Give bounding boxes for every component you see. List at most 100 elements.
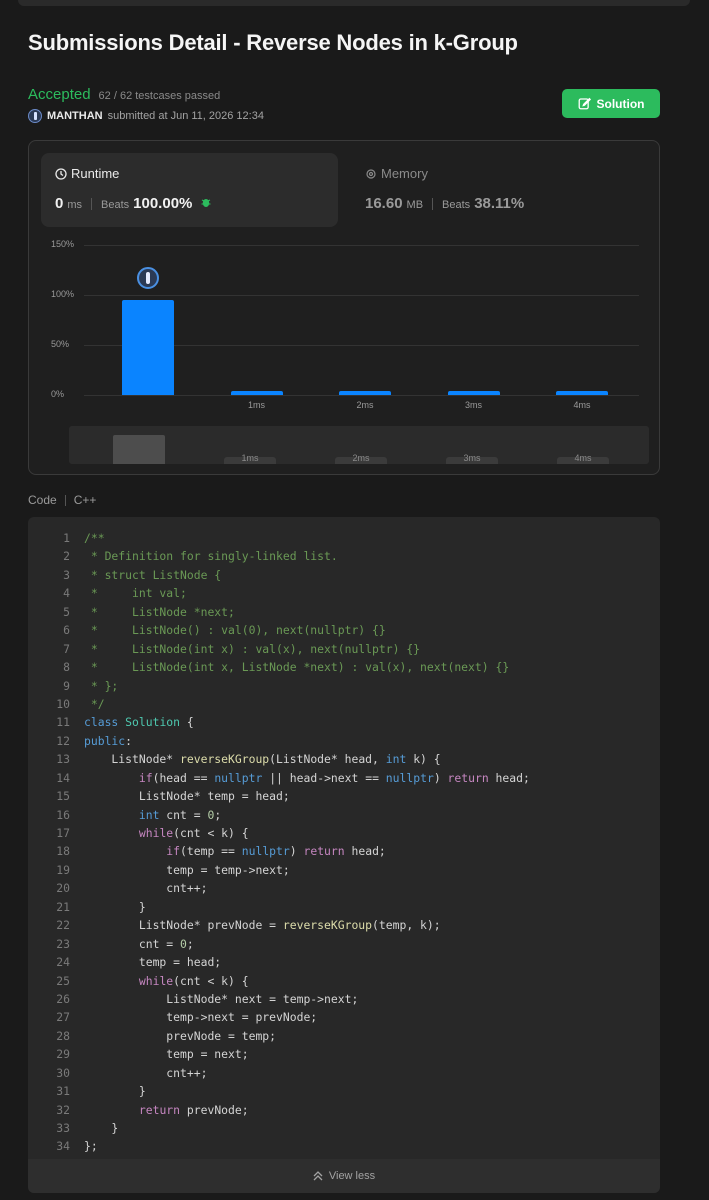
code-line: 11 class Solution { (28, 713, 660, 731)
line-number: 26 (56, 991, 70, 1006)
code-line: 19 temp = temp->next; (28, 861, 660, 879)
code-line: 27 temp->next = prevNode; (28, 1008, 660, 1026)
line-number: 7 (63, 641, 70, 656)
code-text: if(head == nullptr || head->next == null… (138, 770, 530, 785)
code-text: class Solution { (84, 715, 194, 730)
memory-value: 16.60 (365, 195, 403, 212)
line-number: 30 (56, 1065, 70, 1080)
code-text: ListNode* next = temp->next; (84, 991, 359, 1006)
solution-label: Solution (596, 96, 645, 111)
code-line: 22 ListNode* prevNode = reverseKGroup(te… (28, 916, 660, 934)
code-line: 30 cnt++; (28, 1064, 660, 1082)
view-less-button[interactable]: View less (28, 1159, 660, 1193)
code-line: 8 * ListNode(int x, ListNode *next) : va… (28, 658, 660, 676)
runtime-label: Runtime (71, 166, 120, 181)
chart-range-navigator[interactable]: 1ms 2ms 3ms 4ms (69, 426, 649, 464)
your-submission-marker[interactable] (137, 267, 159, 289)
code-text: cnt++; (84, 881, 208, 896)
divider (91, 197, 93, 210)
code-text: ListNode* reverseKGroup(ListNode* head, … (84, 752, 441, 767)
y-tick-label: 50% (51, 339, 70, 349)
memory-beats-value: 38.11% (474, 195, 525, 212)
code-line: 29 temp = next; (28, 1045, 660, 1063)
chevron-up-icon (313, 1171, 323, 1181)
code-text: ListNode* temp = head; (84, 789, 290, 804)
code-text: * ListNode(int x, ListNode *next) : val(… (84, 660, 510, 675)
chart-bar[interactable] (447, 391, 500, 395)
code-text: temp = temp->next; (84, 862, 290, 877)
navigator-tick-label: 3ms (463, 453, 481, 463)
navigator-tick: 4ms (557, 453, 609, 464)
code-line: 21 } (28, 898, 660, 916)
code-line: 1 /** (28, 529, 660, 547)
navigator-tick-label: 4ms (574, 453, 592, 463)
y-tick-label: 100% (51, 289, 75, 299)
line-number: 3 (63, 567, 70, 582)
code-text: public: (84, 733, 133, 748)
username-link[interactable]: MANTHAN (47, 110, 103, 122)
line-number: 23 (56, 936, 70, 951)
code-editor[interactable]: 1 /** 2 * Definition for singly-linked lis… (28, 517, 660, 1193)
x-tick-label: 3ms (464, 400, 482, 410)
line-number: 12 (56, 733, 70, 748)
code-text: ListNode* prevNode = reverseKGroup(temp,… (84, 918, 441, 933)
code-line: 32 return prevNode; (28, 1101, 660, 1119)
line-number: 1 (63, 531, 70, 545)
code-line: 17 while(cnt < k) { (28, 824, 660, 842)
navigator-tick-label: 1ms (241, 453, 259, 463)
code-line: 16 int cnt = 0; (28, 806, 660, 824)
code-text: cnt++; (84, 1065, 208, 1080)
code-label: Code (28, 493, 57, 507)
code-line: 26 ListNode* next = temp->next; (28, 990, 660, 1008)
testcases-passed: 62 / 62 testcases passed (98, 90, 221, 102)
chart-bar[interactable] (339, 391, 391, 395)
code-line: 7 * ListNode(int x) : val(x), next(nullp… (28, 640, 660, 658)
code-text: prevNode = temp; (84, 1028, 277, 1043)
runtime-distribution-chart: 0% 50% 100% 150% 1ms 2ms 3ms 4ms (29, 237, 661, 417)
code-text: * ListNode *next; (84, 604, 235, 619)
code-line: 34}; (28, 1137, 660, 1155)
line-number: 11 (56, 715, 70, 730)
code-text: return prevNode; (138, 1102, 249, 1117)
line-number: 8 (63, 660, 70, 675)
line-number: 28 (56, 1028, 70, 1043)
code-lines: 1 /** 2 * Definition for singly-linked lis… (28, 529, 660, 1156)
memory-card[interactable]: Memory 16.60 MB Beats 38.11% (351, 153, 631, 227)
status-accepted: Accepted (28, 86, 91, 103)
memory-chip-icon (366, 168, 376, 179)
code-line: 3 * struct ListNode { (28, 566, 660, 584)
code-text: temp = next; (84, 1047, 249, 1062)
code-header: Code C++ (28, 493, 96, 507)
code-text: cnt = 0; (84, 936, 194, 951)
code-text: * int val; (84, 586, 187, 601)
memory-label: Memory (381, 166, 428, 181)
code-text: * struct ListNode { (84, 567, 222, 582)
runtime-card[interactable]: Runtime 0 ms Beats 100.00% (41, 153, 338, 227)
chart-bar[interactable] (122, 300, 174, 395)
chart-bar[interactable] (556, 391, 608, 395)
code-text: /** (84, 531, 105, 545)
line-number: 25 (56, 973, 70, 988)
code-text: temp->next = prevNode; (84, 1010, 318, 1025)
navigator-tick: 2ms (335, 453, 387, 464)
top-bar (0, 0, 709, 20)
grid-line (84, 295, 639, 296)
line-number: 27 (56, 1010, 70, 1025)
memory-values: 16.60 MB Beats 38.11% (365, 195, 524, 212)
code-text: if(temp == nullptr) return head; (166, 844, 386, 859)
code-text: * ListNode() : val(0), next(nullptr) {} (84, 623, 386, 638)
chart-bar[interactable] (230, 391, 283, 395)
code-line: 2 * Definition for singly-linked list. (28, 547, 660, 565)
code-line: 4 * int val; (28, 584, 660, 602)
edit-icon (578, 97, 591, 110)
line-number: 2 (63, 549, 70, 564)
code-text: } (84, 1084, 146, 1099)
avatar[interactable] (28, 109, 42, 123)
navigator-tick: 1ms (224, 453, 276, 464)
line-number: 31 (56, 1084, 70, 1099)
bug-icon (201, 199, 211, 207)
code-text: while(cnt < k) { (138, 973, 249, 988)
runtime-unit: ms (67, 199, 83, 211)
solution-button[interactable]: Solution (562, 89, 660, 118)
runtime-values: 0 ms Beats 100.00% (55, 195, 212, 212)
